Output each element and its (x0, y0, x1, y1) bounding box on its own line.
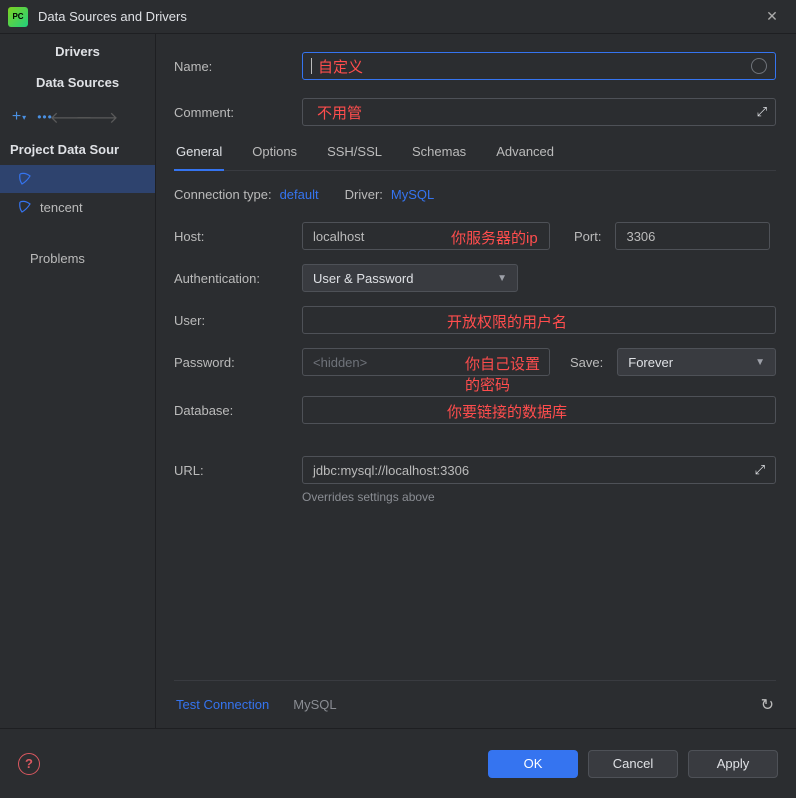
annotation-comment: 不用管 (317, 102, 362, 123)
datasource-item-unnamed[interactable] (0, 165, 155, 193)
annotation-database: 你要链接的数据库 (447, 401, 567, 422)
tab-options[interactable]: Options (250, 144, 299, 170)
tab-schemas[interactable]: Schemas (410, 144, 468, 170)
user-input[interactable]: 开放权限的用户名 (302, 306, 776, 334)
connection-type-value[interactable]: default (280, 187, 319, 202)
comment-label: Comment: (174, 105, 302, 120)
expand-icon[interactable]: ⤢ (755, 462, 765, 478)
cancel-button[interactable]: Cancel (588, 750, 678, 778)
ok-button[interactable]: OK (488, 750, 578, 778)
connection-type-row: Connection type: default Driver: MySQL (174, 187, 776, 202)
tab-advanced[interactable]: Advanced (494, 144, 556, 170)
sidebar-problems[interactable]: Problems (0, 221, 155, 266)
host-label: Host: (174, 229, 302, 244)
driver-name-label: MySQL (293, 697, 336, 712)
annotation-password: 你自己设置的密码 (465, 353, 549, 395)
content-panel: Name: 自定义 Comment: 不用管 ⤢ General Options… (156, 34, 796, 728)
password-input[interactable]: <hidden> 你自己设置的密码 (302, 348, 550, 376)
chevron-down-icon: ▼ (497, 273, 507, 284)
expand-icon[interactable]: ⤢ (757, 104, 767, 120)
datasource-item-tencent[interactable]: tencent (0, 193, 155, 221)
forward-icon[interactable]: 🡒 (86, 106, 108, 128)
refresh-icon[interactable]: ↻ (761, 695, 774, 715)
comment-input[interactable]: 不用管 ⤢ (302, 98, 776, 126)
name-label: Name: (174, 59, 302, 74)
tab-ssh-ssl[interactable]: SSH/SSL (325, 144, 384, 170)
color-picker-icon[interactable] (751, 58, 767, 74)
datasource-icon (18, 172, 32, 186)
url-input[interactable]: jdbc:mysql://localhost:3306 ⤢ (302, 456, 776, 484)
chevron-down-icon: ▼ (755, 357, 765, 368)
save-select[interactable]: Forever ▼ (617, 348, 776, 376)
project-data-sources-label: Project Data Sour (0, 134, 155, 165)
app-logo-icon: PC (8, 7, 28, 27)
driver-label: Driver: (345, 187, 383, 202)
add-icon[interactable]: +▾ (8, 106, 30, 128)
sidebar: Drivers Data Sources +▾ ••• 🡐 🡒 Project … (0, 34, 156, 728)
dialog-footer: ? OK Cancel Apply (0, 728, 796, 798)
tab-general[interactable]: General (174, 144, 224, 171)
port-input[interactable]: 3306 (615, 222, 770, 250)
sidebar-datasources-header[interactable]: Data Sources (0, 65, 155, 100)
help-icon[interactable]: ? (18, 753, 40, 775)
close-icon[interactable]: ✕ (756, 8, 788, 25)
host-input[interactable]: localhost 你服务器的ip (302, 222, 550, 250)
user-label: User: (174, 313, 302, 328)
annotation-host: 你服务器的ip (451, 227, 538, 248)
sidebar-toolbar: +▾ ••• 🡐 🡒 (0, 100, 155, 134)
datasource-icon (18, 200, 32, 214)
password-label: Password: (174, 355, 302, 370)
bottom-toolbar: Test Connection MySQL ↻ (174, 680, 776, 728)
url-note: Overrides settings above (302, 490, 776, 504)
datasource-item-label: tencent (40, 200, 83, 215)
save-label: Save: (570, 355, 603, 370)
database-input[interactable]: 你要链接的数据库 (302, 396, 776, 424)
database-label: Database: (174, 403, 302, 418)
connection-type-label: Connection type: (174, 187, 272, 202)
authentication-select[interactable]: User & Password ▼ (302, 264, 518, 292)
title-bar: PC Data Sources and Drivers ✕ (0, 0, 796, 34)
port-label: Port: (574, 229, 601, 244)
sidebar-drivers-header[interactable]: Drivers (0, 34, 155, 65)
dialog-title: Data Sources and Drivers (38, 9, 756, 24)
url-label: URL: (174, 463, 302, 478)
test-connection-link[interactable]: Test Connection (176, 697, 269, 712)
annotation-name: 自定义 (318, 56, 363, 77)
authentication-label: Authentication: (174, 271, 302, 286)
driver-value[interactable]: MySQL (391, 187, 434, 202)
name-input[interactable]: 自定义 (302, 52, 776, 80)
tabs: General Options SSH/SSL Schemas Advanced (174, 144, 776, 171)
apply-button[interactable]: Apply (688, 750, 778, 778)
annotation-user: 开放权限的用户名 (447, 311, 567, 332)
